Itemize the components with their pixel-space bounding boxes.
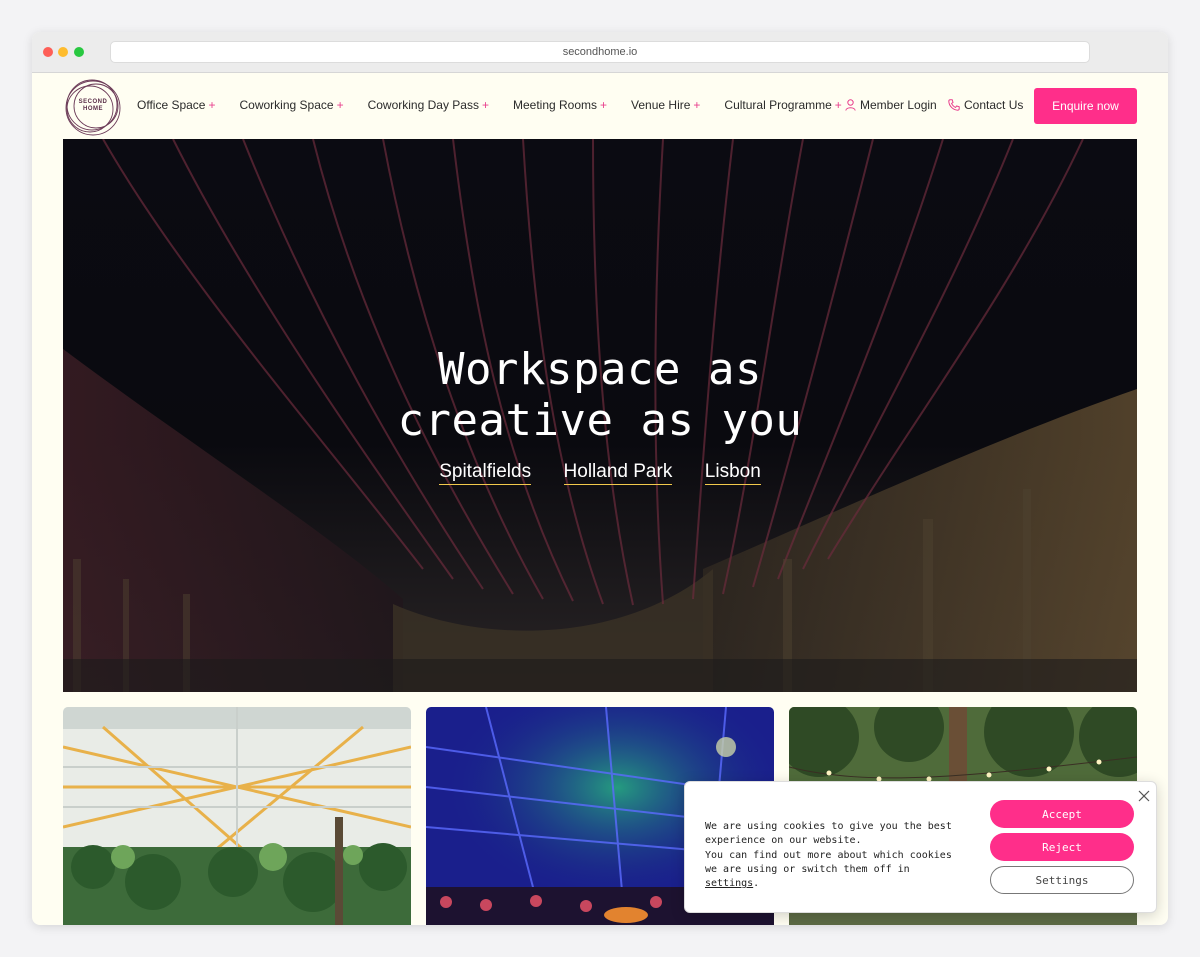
nav-coworking-day-pass[interactable]: Coworking Day Pass + (368, 98, 489, 112)
contact-us-label: Contact Us (964, 98, 1024, 112)
member-login-label: Member Login (860, 98, 937, 112)
nav-meeting-rooms[interactable]: Meeting Rooms + (513, 98, 607, 112)
close-window-button[interactable] (43, 47, 53, 57)
location-link-lisbon[interactable]: Lisbon (704, 461, 761, 485)
nav-office-space[interactable]: Office Space + (137, 98, 216, 112)
phone-icon (948, 99, 960, 111)
plus-icon: + (600, 98, 608, 112)
site-header: SECOND HOME Office Space + Coworking Spac… (32, 73, 1168, 139)
cookie-banner: We are using cookies to give you the bes… (684, 781, 1157, 913)
plus-icon: + (336, 98, 344, 112)
plus-icon: + (834, 98, 842, 112)
cookie-message: We are using cookies to give you the bes… (705, 821, 952, 890)
location-link-holland-park[interactable]: Holland Park (563, 461, 673, 485)
browser-chrome: secondhome.io (32, 32, 1168, 73)
second-home-logo[interactable]: SECOND HOME (63, 78, 123, 138)
enquire-now-button[interactable]: Enquire now (1034, 88, 1137, 124)
user-icon (845, 99, 856, 111)
plus-icon: + (208, 98, 216, 112)
close-icon[interactable] (1136, 788, 1152, 804)
cookie-settings-link[interactable]: settings (705, 878, 753, 889)
maximize-window-button[interactable] (74, 47, 84, 57)
location-link-spitalfields[interactable]: Spitalfields (439, 461, 532, 485)
member-login-link[interactable]: Member Login (845, 98, 937, 112)
nav-venue-hire[interactable]: Venue Hire + (631, 98, 700, 112)
browser-window: secondhome.io SECOND HOME Office Space + … (32, 32, 1168, 925)
contact-us-link[interactable]: Contact Us (948, 98, 1023, 112)
nav-cultural-programme[interactable]: Cultural Programme + (724, 98, 841, 112)
minimize-window-button[interactable] (58, 47, 68, 57)
plus-icon: + (693, 98, 701, 112)
accept-cookies-button[interactable]: Accept (990, 800, 1134, 828)
logo-text: SECOND HOME (78, 99, 108, 112)
hero-title: Workspace as creative as you (397, 344, 803, 446)
location-card-spitalfields[interactable] (63, 707, 411, 925)
greenhouse-photo (63, 707, 411, 925)
reject-cookies-button[interactable]: Reject (990, 833, 1134, 861)
cookie-settings-button[interactable]: Settings (990, 866, 1134, 894)
plus-icon: + (481, 98, 489, 112)
main-nav: Office Space + Coworking Space + Coworking… (137, 98, 866, 112)
hero-banner: Workspace as creative as you Spitalfield… (63, 139, 1137, 692)
location-links: Spitalfields Holland Park Lisbon (63, 461, 1137, 485)
address-bar[interactable]: secondhome.io (110, 41, 1090, 63)
nav-coworking-space[interactable]: Coworking Space + (240, 98, 344, 112)
